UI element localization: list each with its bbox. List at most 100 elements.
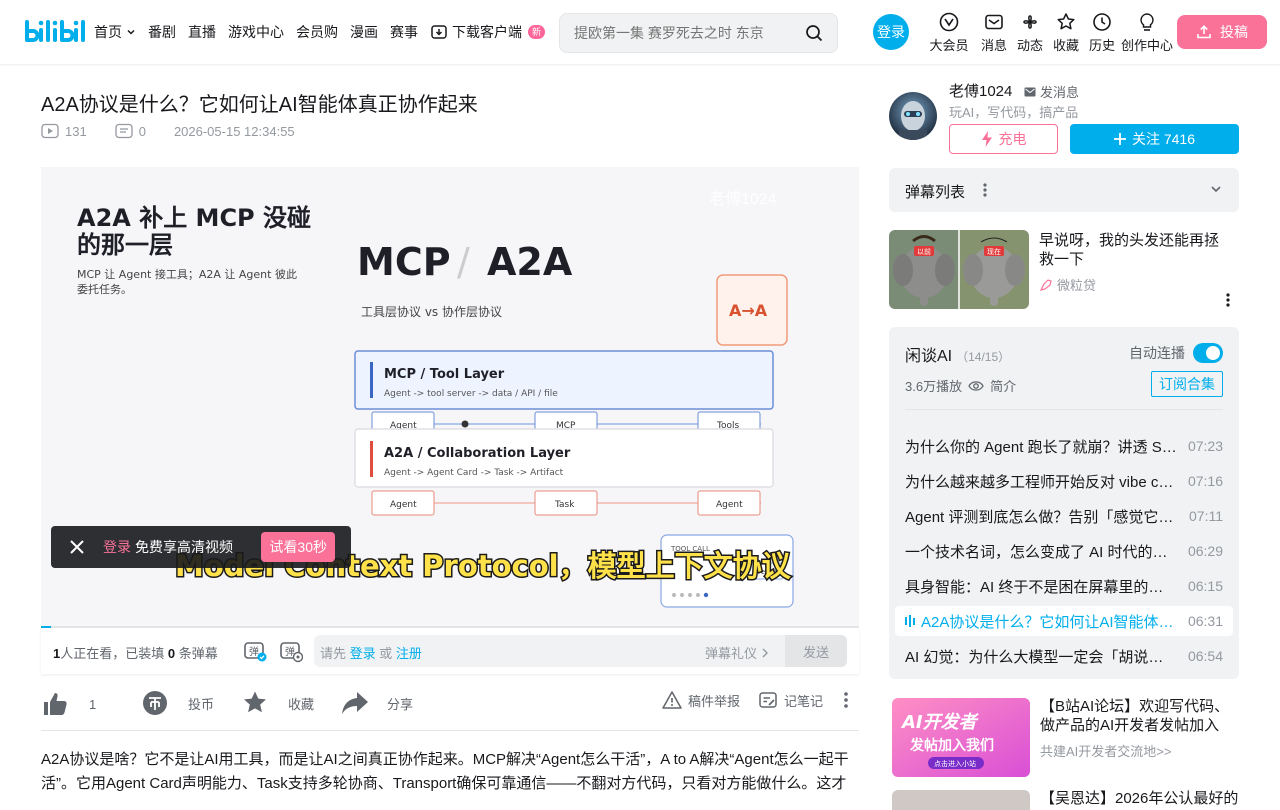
close-icon[interactable] bbox=[69, 539, 85, 555]
autoplay-toggle[interactable] bbox=[1193, 343, 1223, 363]
nav-mall[interactable]: 会员购 bbox=[296, 22, 338, 42]
search-input[interactable] bbox=[574, 23, 764, 43]
send-message-link[interactable]: 发消息 bbox=[1024, 82, 1079, 101]
coin-button[interactable]: 投币 bbox=[142, 690, 214, 716]
follow-label: 关注 7416 bbox=[1131, 131, 1196, 147]
download-icon bbox=[431, 25, 447, 39]
slide-node-agent2: Agent bbox=[390, 500, 417, 510]
send-danmaku-button[interactable]: 发送 bbox=[785, 635, 847, 667]
nav-download-client[interactable]: 下载客户端 新 bbox=[430, 22, 546, 42]
share-button[interactable]: 分享 bbox=[341, 690, 413, 716]
subscribe-collection-button[interactable]: 订阅合集 bbox=[1151, 371, 1223, 397]
login-hd-prompt: 登录 免费享高清视频 试看30秒 bbox=[51, 526, 351, 568]
input-register-link[interactable]: 注册 bbox=[396, 646, 422, 661]
favorites-label: 收藏 bbox=[1052, 38, 1079, 53]
collection-episode[interactable]: AI 幻觉：为什么大模型一定会「胡说八道」 06:54 bbox=[895, 641, 1233, 671]
recommend-title[interactable]: 【B站AI论坛】欢迎写代码、做产品的AI开发者发帖加入 bbox=[1040, 697, 1235, 735]
nav-anime[interactable]: 番剧 bbox=[148, 22, 176, 42]
vip-entry[interactable]: 大会员 bbox=[919, 12, 979, 54]
ad-icon bbox=[1039, 278, 1052, 291]
creator-center-entry[interactable]: 创作中心 bbox=[1117, 12, 1177, 54]
main-nav: 首页 番剧 直播 游戏中心 会员购 漫画 赛事 下载客户端 新 bbox=[94, 22, 546, 42]
plus-icon bbox=[1113, 133, 1126, 145]
slide-big-mcp: MCP bbox=[357, 240, 451, 284]
history-label: 历史 bbox=[1088, 38, 1115, 53]
video-collection-panel: 闲谈AI （14/15） 自动连播 3.6万播放 简介 订阅合集 为什么你的 Ag… bbox=[889, 327, 1239, 679]
favorite-button[interactable]: 收藏 bbox=[242, 690, 314, 716]
nav-esports[interactable]: 赛事 bbox=[390, 22, 418, 42]
danmaku-etiquette-link[interactable]: 弹幕礼仪 bbox=[705, 643, 769, 662]
autoplay-control: 自动连播 bbox=[1129, 343, 1223, 363]
new-badge: 新 bbox=[528, 25, 546, 39]
danmaku-loaded-text: 条弹幕 bbox=[178, 646, 218, 661]
chevron-down-icon[interactable] bbox=[1209, 182, 1223, 196]
input-login-link[interactable]: 登录 bbox=[350, 646, 376, 661]
favorite-label: 收藏 bbox=[288, 696, 315, 712]
creator-icon bbox=[1140, 13, 1154, 31]
more-vertical-icon[interactable] bbox=[981, 181, 989, 199]
dynamic-icon bbox=[1023, 15, 1037, 29]
search-icon[interactable] bbox=[805, 24, 823, 42]
video-meta: 131 0 2026-05-15 12:34:55 bbox=[41, 123, 295, 139]
nav-live[interactable]: 直播 bbox=[188, 22, 216, 42]
ai-developer-banner: AI开发者 发帖加入我们 点击进入小站 bbox=[892, 698, 1030, 777]
nav-download-label: 下载客户端 bbox=[452, 24, 522, 40]
ad-card[interactable]: 以前 现在 早说呀，我的头发还能再拯救一下 微粒贷 bbox=[889, 230, 1239, 310]
nav-manga[interactable]: 漫画 bbox=[350, 22, 378, 42]
svg-text:AI开发者: AI开发者 bbox=[900, 712, 980, 733]
search-box bbox=[559, 13, 838, 53]
recommend-title[interactable]: 【吴恩达】2026年公认最好的 bbox=[1040, 789, 1238, 808]
prompt-text: 免费享高清视频 bbox=[135, 539, 233, 555]
nav-home[interactable]: 首页 bbox=[94, 22, 136, 42]
upload-button[interactable]: 投稿 bbox=[1177, 15, 1267, 49]
collection-episode[interactable]: 具身智能：AI 终于不是困在屏幕里的大脑了 06:15 bbox=[895, 571, 1233, 601]
share-icon bbox=[342, 692, 368, 714]
uploader-avatar[interactable] bbox=[889, 92, 937, 140]
try-30s-button[interactable]: 试看30秒 bbox=[261, 532, 335, 562]
ad-title[interactable]: 早说呀，我的头发还能再拯救一下 bbox=[1039, 231, 1229, 269]
bilibili-logo[interactable] bbox=[24, 17, 86, 47]
danmaku-list-panel[interactable]: 弹幕列表 bbox=[889, 168, 1239, 212]
collection-episode[interactable]: 为什么越来越多工程师开始反对 vibe coding 07:16 bbox=[895, 466, 1233, 496]
collection-episode[interactable]: 为什么你的 Agent 跑长了就崩？讲透 Skill 07:23 bbox=[895, 431, 1233, 461]
login-avatar-button[interactable]: 登录 bbox=[873, 14, 909, 50]
note-button[interactable]: 记笔记 bbox=[758, 690, 823, 710]
eye-icon bbox=[968, 380, 984, 391]
collection-title[interactable]: 闲谈AI （14/15） bbox=[905, 342, 1010, 366]
ad-source: 微粒贷 bbox=[1039, 275, 1096, 294]
top-header: 首页 番剧 直播 游戏中心 会员购 漫画 赛事 下载客户端 新 登录 大会员 消… bbox=[0, 0, 1280, 64]
recommend-source[interactable]: 共建AI开发者交流地>> bbox=[1040, 741, 1171, 760]
recommend-thumbnail: AI开发者 发帖加入我们 点击进入小站 bbox=[892, 698, 1030, 777]
danmaku-count: 0 bbox=[138, 123, 146, 139]
slide-heading-2: 的那一层 bbox=[77, 231, 173, 259]
like-icon bbox=[44, 693, 67, 715]
prompt-login-link[interactable]: 登录 bbox=[103, 537, 131, 557]
view-count: 131 bbox=[65, 123, 87, 139]
danmaku-loaded-count: 0 bbox=[167, 646, 176, 661]
nav-game-center[interactable]: 游戏中心 bbox=[228, 22, 284, 42]
more-menu-button[interactable] bbox=[838, 690, 854, 710]
report-button[interactable]: 稿件举报 bbox=[662, 690, 740, 710]
episode-title: 为什么越来越多工程师开始反对 vibe coding bbox=[905, 473, 1177, 491]
charge-button[interactable]: 充电 bbox=[949, 124, 1058, 154]
dynamic-label: 动态 bbox=[1016, 38, 1043, 53]
danmaku-input[interactable]: 请先 登录 或 注册 弹幕礼仪 发送 bbox=[314, 635, 847, 667]
danmaku-toggle-icon[interactable]: 弹 bbox=[243, 639, 267, 663]
video-description: A2A协议是啥？它不是让AI用工具，而是让AI之间真正协作起来。MCP解决“Ag… bbox=[41, 751, 849, 792]
svg-text:以前: 以前 bbox=[917, 247, 931, 256]
publish-date: 2026-05-15 12:34:55 bbox=[173, 123, 295, 139]
etiquette-label: 弹幕礼仪 bbox=[704, 646, 757, 661]
uploader-name[interactable]: 老傅1024 bbox=[949, 80, 1012, 101]
slide-node-task: Task bbox=[554, 500, 575, 510]
follow-button[interactable]: 关注 7416 bbox=[1070, 124, 1239, 154]
slide-heading-1: A2A 补上 MCP 没碰 bbox=[77, 204, 311, 232]
collection-episode-active[interactable]: A2A协议是什么？它如何让AI智能体真正协作起来 06:31 bbox=[895, 606, 1233, 636]
danmaku-settings-icon[interactable]: 弹 bbox=[279, 639, 303, 663]
send-message-label: 发消息 bbox=[1040, 85, 1080, 100]
collection-intro-link[interactable]: 简介 bbox=[990, 376, 1016, 395]
slide-big-sep: / bbox=[457, 240, 470, 284]
like-button[interactable]: 1 bbox=[41, 690, 96, 718]
collection-episode[interactable]: Agent 评测到底怎么做？告别「感觉它变好了」 07:11 bbox=[895, 501, 1233, 531]
collection-episode[interactable]: 一个技术名词，怎么变成了 AI 时代的入场券 06:29 bbox=[895, 536, 1233, 566]
more-vertical-icon[interactable] bbox=[1225, 292, 1231, 308]
